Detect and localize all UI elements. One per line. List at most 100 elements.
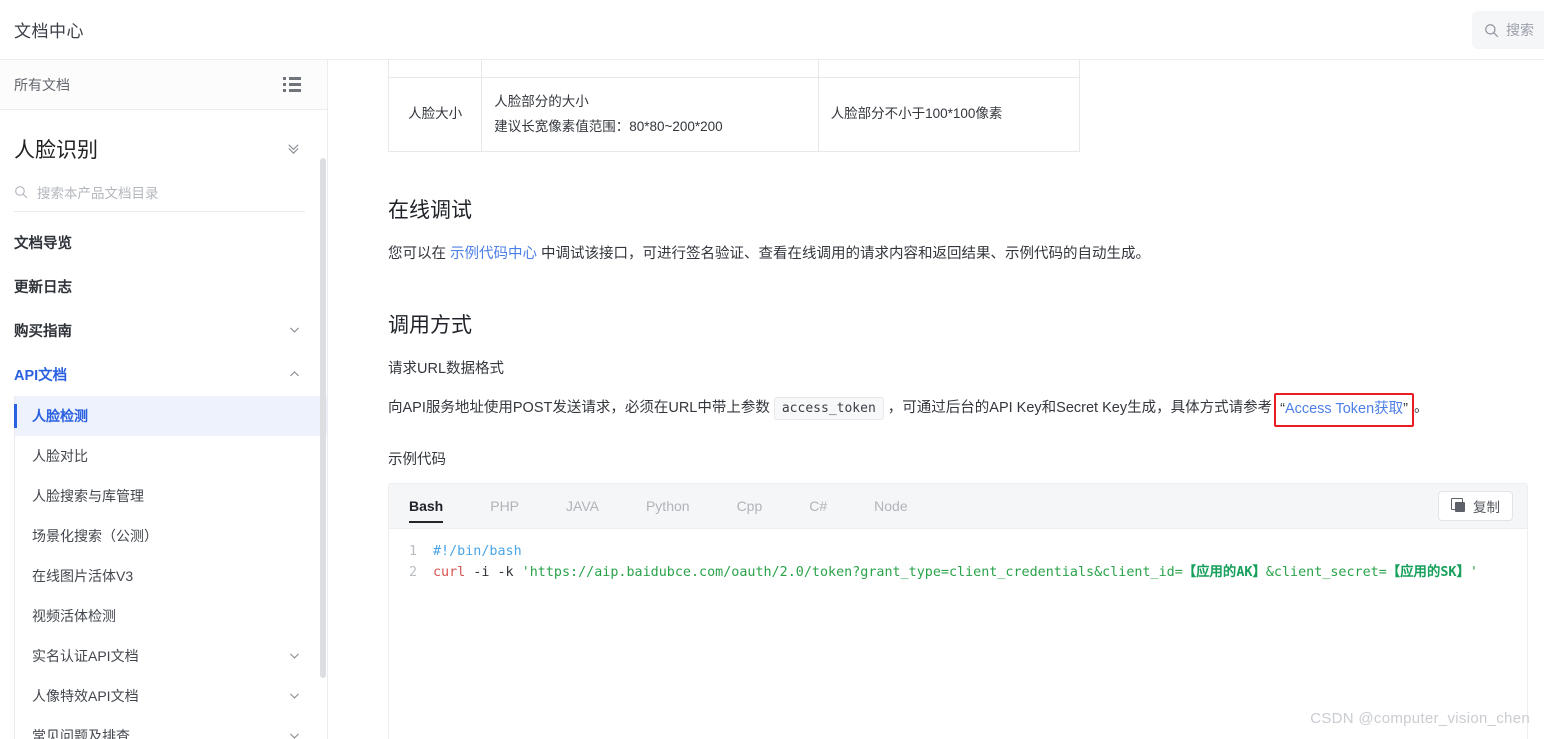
- sidebar-subitem-label: 常见问题及排查: [32, 728, 130, 739]
- code-body[interactable]: 1 #!/bin/bash 2 curl -i -k 'https://aip.…: [389, 528, 1527, 739]
- table-row: 人脸完整度 1为人脸都在图像边界内 视业务逻辑判断: [387, 60, 1081, 78]
- code-panel: Bash PHP JAVA Python Cpp C# Node 复制 1 #!: [388, 482, 1528, 739]
- sidebar-nav: 文档导览 更新日志 购买指南 API文档 人脸检测 人脸对比 人脸搜索与库管理 …: [0, 220, 327, 739]
- tab-python[interactable]: Python: [646, 484, 690, 529]
- main-content: 人脸完整度 1为人脸都在图像边界内 视业务逻辑判断 人脸大小 人脸部分的大小 建…: [328, 60, 1544, 739]
- sidebar-item-label: 购买指南: [14, 323, 72, 340]
- online-debug-text-after: 中调试该接口，可进行签名验证、查看在线调用的请求内容和返回结果、示例代码的自动生…: [537, 245, 1151, 262]
- table-cell-desc: 人脸部分的大小 建议长宽像素值范围：80*80~200*200: [481, 76, 819, 152]
- online-debug-paragraph: 您可以在 示例代码中心 中调试该接口，可进行签名验证、查看在线调用的请求内容和返…: [388, 242, 1544, 267]
- sidebar-item-api-docs[interactable]: API文档: [0, 352, 327, 396]
- sidebar-subnav: 人脸检测 人脸对比 人脸搜索与库管理 场景化搜索（公测） 在线图片活体V3 视频…: [14, 396, 327, 739]
- sidebar-item-faq-troubleshooting[interactable]: 常见问题及排查: [15, 716, 327, 739]
- table-cell-requirement: 人脸部分不小于100*100像素: [817, 76, 1081, 152]
- table-cell-name: 人脸完整度: [387, 60, 483, 78]
- chevron-down-icon[interactable]: [288, 729, 301, 739]
- table-row: 人脸大小 人脸部分的大小 建议长宽像素值范围：80*80~200*200 人脸部…: [387, 76, 1081, 152]
- all-documents-label: 所有文档: [14, 76, 70, 93]
- sidebar-item-label: API文档: [14, 367, 68, 384]
- sidebar-item-portrait-effects-api-docs[interactable]: 人像特效API文档: [15, 676, 327, 716]
- global-search-box[interactable]: 搜索: [1472, 11, 1544, 49]
- code-string-start: 'https://aip.baidubce.com/oauth/2.0/toke…: [521, 564, 1183, 580]
- copy-icon: [1451, 498, 1466, 513]
- table-cell-desc-line2: 建议长宽像素值范围：80*80~200*200: [494, 119, 723, 135]
- code-line: 1 #!/bin/bash: [389, 541, 1527, 562]
- tab-cpp[interactable]: Cpp: [737, 484, 763, 529]
- table-cell-requirement: 视业务逻辑判断: [817, 60, 1081, 78]
- sidebar-subitem-label: 人脸对比: [32, 448, 88, 464]
- sample-code-center-link[interactable]: 示例代码中心: [450, 246, 537, 262]
- code-placeholder-ak: 【应用的AK】: [1182, 564, 1266, 580]
- access-token-link[interactable]: Access Token获取: [1285, 401, 1403, 417]
- copy-button-label: 复制: [1473, 499, 1500, 515]
- sidebar-item-purchase-guide[interactable]: 购买指南: [0, 308, 327, 352]
- product-title: 人脸识别: [14, 139, 98, 162]
- spec-table: 人脸完整度 1为人脸都在图像边界内 视业务逻辑判断 人脸大小 人脸部分的大小 建…: [387, 60, 1081, 152]
- code-string-end: ': [1469, 564, 1478, 580]
- request-url-format-subheading: 请求URL数据格式: [388, 361, 505, 378]
- code-flags: -i -k: [465, 564, 522, 580]
- sidebar-item-face-compare[interactable]: 人脸对比: [15, 436, 327, 476]
- code-string-mid: &client_secret=: [1265, 564, 1387, 580]
- code-language-tabs: Bash PHP JAVA Python Cpp C# Node 复制: [389, 483, 1527, 529]
- search-icon: [15, 186, 28, 199]
- sidebar-item-video-liveness[interactable]: 视频活体检测: [15, 596, 327, 636]
- sidebar-item-realname-api-docs[interactable]: 实名认证API文档: [15, 636, 327, 676]
- sidebar-subitem-label: 人脸检测: [32, 408, 88, 424]
- sidebar-subitem-label: 实名认证API文档: [32, 648, 139, 664]
- chevron-down-icon[interactable]: [288, 649, 301, 664]
- sidebar-item-face-detect[interactable]: 人脸检测: [14, 396, 327, 436]
- chevron-down-icon[interactable]: [288, 689, 301, 704]
- list-icon[interactable]: [283, 77, 301, 92]
- tab-php[interactable]: PHP: [490, 484, 519, 529]
- tab-node[interactable]: Node: [874, 484, 907, 529]
- sidebar-item-doc-overview[interactable]: 文档导览: [0, 220, 327, 264]
- access-token-code: access_token: [773, 397, 884, 421]
- all-documents-row[interactable]: 所有文档: [0, 60, 327, 110]
- global-search-placeholder: 搜索: [1506, 22, 1534, 38]
- sidebar-item-online-image-liveness-v3[interactable]: 在线图片活体V3: [15, 556, 327, 596]
- code-comment: #!/bin/bash: [433, 543, 522, 559]
- sidebar-search-placeholder: 搜索本产品文档目录: [37, 186, 159, 201]
- tab-bash[interactable]: Bash: [409, 484, 444, 529]
- sidebar-item-label: 更新日志: [14, 279, 72, 296]
- code-placeholder-sk: 【应用的SK】: [1386, 564, 1470, 580]
- call-method-paragraph: 向API服务地址使用POST发送请求，必须在URL中带上参数 access_tok…: [388, 392, 1544, 427]
- sample-code-subheading: 示例代码: [388, 451, 446, 468]
- sidebar-item-face-search-library[interactable]: 人脸搜索与库管理: [15, 476, 327, 516]
- tab-java[interactable]: JAVA: [566, 484, 599, 529]
- table-cell-desc: 1为人脸都在图像边界内: [481, 60, 819, 78]
- sidebar-item-label: 文档导览: [14, 235, 72, 252]
- sidebar-item-changelog[interactable]: 更新日志: [0, 264, 327, 308]
- section-heading-call-method: 调用方式: [388, 314, 472, 338]
- chevron-down-icon[interactable]: [288, 323, 301, 338]
- tab-csharp[interactable]: C#: [809, 484, 827, 529]
- page-root: 文档中心 搜索 所有文档 人脸识别 搜索本产品文档目录 文档导览 更新日志 购买…: [0, 0, 1544, 739]
- sidebar-subitem-label: 场景化搜索（公测）: [32, 528, 158, 544]
- access-token-highlight-box: “Access Token获取”: [1274, 393, 1414, 427]
- table-cell-desc-line1: 人脸部分的大小: [494, 93, 589, 109]
- quote-close: ”: [1403, 401, 1408, 418]
- call-method-text-1: 向API服务地址使用POST发送请求，必须在URL中带上参数: [388, 400, 770, 417]
- online-debug-text-before: 您可以在: [388, 245, 451, 262]
- call-method-text-2: ，可通过后台的API Key和Secret Key生成，具体方式请参考: [887, 400, 1273, 417]
- chevron-double-down-icon[interactable]: [286, 141, 301, 158]
- copy-button[interactable]: 复制: [1438, 490, 1513, 521]
- sidebar-scrollbar[interactable]: [320, 158, 326, 678]
- product-header: 人脸识别: [0, 110, 327, 164]
- code-line: 2 curl -i -k 'https://aip.baidubce.com/o…: [389, 562, 1527, 583]
- sidebar-subitem-label: 视频活体检测: [32, 608, 116, 624]
- sidebar-subitem-label: 在线图片活体V3: [32, 568, 134, 584]
- watermark: CSDN @computer_vision_chen: [1310, 710, 1530, 727]
- line-number: 2: [408, 564, 417, 580]
- section-heading-online-debug: 在线调试: [388, 198, 472, 222]
- line-number: 1: [408, 543, 417, 559]
- top-bar: 文档中心 搜索: [0, 0, 1544, 60]
- call-method-text-end: 。: [1413, 400, 1429, 417]
- table-cell-name: 人脸大小: [387, 76, 483, 152]
- sidebar-search-box[interactable]: 搜索本产品文档目录: [14, 182, 305, 212]
- sidebar-item-scene-search[interactable]: 场景化搜索（公测）: [15, 516, 327, 556]
- chevron-up-icon[interactable]: [288, 367, 301, 382]
- sidebar-subitem-label: 人像特效API文档: [32, 688, 139, 704]
- search-icon: [1485, 23, 1499, 37]
